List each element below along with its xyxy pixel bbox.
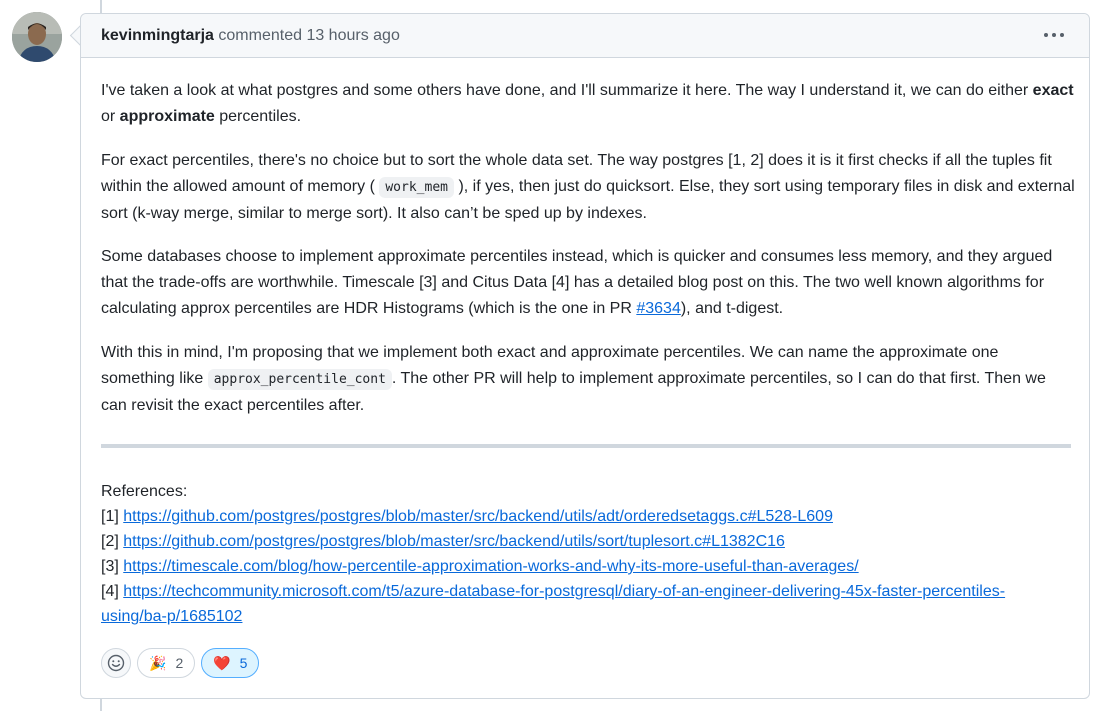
references: References: [1] https://github.com/postg… (101, 479, 1076, 629)
avatar[interactable] (12, 12, 62, 62)
add-reaction-button[interactable] (101, 648, 131, 678)
reference-link[interactable]: https://github.com/postgres/postgres/blo… (123, 533, 785, 550)
horizontal-rule (101, 444, 1071, 448)
reference-item: [2] https://github.com/postgres/postgres… (101, 529, 1076, 554)
ref-number: [3] (101, 558, 124, 575)
reaction-count: 2 (175, 655, 184, 671)
reference-link[interactable]: https://techcommunity.microsoft.com/t5/a… (123, 583, 1005, 600)
comment-box: kevinmingtarja commented 13 hours ago I'… (80, 13, 1090, 699)
reaction-count: 5 (239, 655, 248, 671)
kebab-horizontal-icon[interactable] (1041, 22, 1067, 48)
reference-item: [1] https://github.com/postgres/postgres… (101, 504, 1076, 529)
paragraph-4: With this in mind, I'm proposing that we… (101, 340, 1076, 419)
text: or (101, 108, 120, 125)
author-link[interactable]: kevinmingtarja (101, 27, 214, 44)
text: I've taken a look at what postgres and s… (101, 82, 1033, 99)
smiley-icon (107, 654, 125, 672)
comment-header: kevinmingtarja commented 13 hours ago (81, 14, 1089, 58)
pr-link[interactable]: #3634 (636, 300, 681, 317)
comment-meta: kevinmingtarja commented 13 hours ago (101, 27, 400, 45)
reference-item: [3] https://timescale.com/blog/how-perce… (101, 554, 1076, 579)
ref-number: [2] (101, 533, 124, 550)
reference-item: [4] https://techcommunity.microsoft.com/… (101, 579, 1076, 604)
reference-link[interactable]: using/ba-p/1685102 (101, 608, 242, 625)
reference-link[interactable]: https://github.com/postgres/postgres/blo… (123, 508, 833, 525)
text: percentiles. (214, 108, 302, 125)
comment-action: commented (218, 27, 302, 44)
paragraph-2: For exact percentiles, there's no choice… (101, 148, 1076, 227)
reaction-tada-button[interactable]: 🎉 2 (137, 648, 196, 678)
text: Some databases choose to implement appro… (101, 248, 1053, 317)
reaction-heart-button[interactable]: ❤️ 5 (201, 648, 260, 678)
bold-text: exact (1032, 82, 1074, 99)
paragraph-1: I've taken a look at what postgres and s… (101, 78, 1076, 130)
ref-number: [1] (101, 508, 124, 525)
heart-icon: ❤️ (213, 655, 231, 671)
reference-item-continued: using/ba-p/1685102 (101, 604, 1076, 629)
reactions-bar: 🎉 2 ❤️ 5 (101, 648, 260, 678)
tada-icon: 🎉 (149, 655, 167, 671)
inline-code: approx_percentile_cont (207, 369, 392, 390)
comment-timestamp[interactable]: 13 hours ago (306, 27, 399, 44)
references-heading: References: (101, 483, 188, 500)
bold-text: approximate (119, 108, 215, 125)
inline-code: work_mem (379, 177, 454, 198)
avatar-image (12, 12, 62, 62)
text: ), and t-digest. (680, 300, 784, 317)
reference-link[interactable]: https://timescale.com/blog/how-percentil… (123, 558, 858, 575)
ref-number: [4] (101, 583, 124, 600)
paragraph-3: Some databases choose to implement appro… (101, 244, 1076, 322)
